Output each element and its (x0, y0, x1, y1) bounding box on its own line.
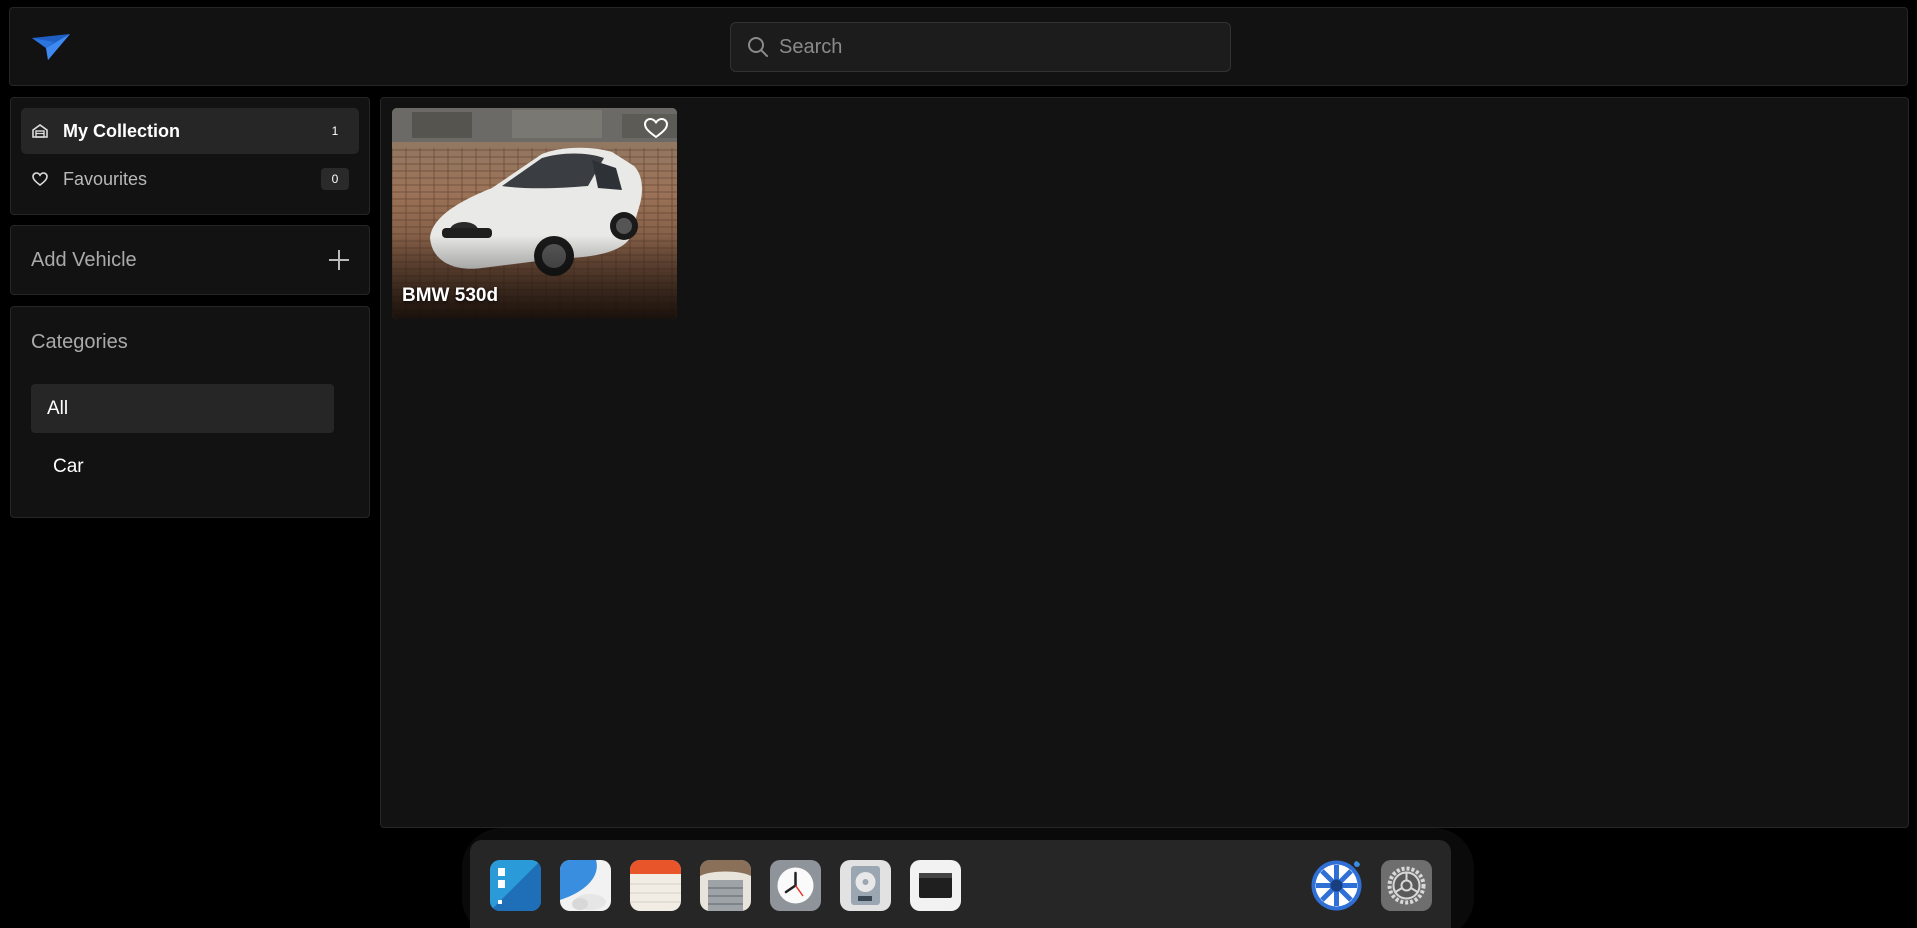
categories-panel: Categories All Car (10, 306, 370, 518)
category-all[interactable]: All (31, 384, 334, 433)
top-bar (9, 7, 1908, 86)
garage-app-icon[interactable] (700, 860, 751, 911)
settings-app-icon[interactable] (1381, 860, 1432, 911)
weather-app-icon[interactable] (560, 860, 611, 911)
disk-app-icon[interactable] (840, 860, 891, 911)
heart-icon (31, 170, 49, 188)
favourite-heart-icon[interactable] (643, 116, 669, 140)
plus-icon (329, 250, 349, 270)
nav-item-label: Favourites (63, 168, 148, 189)
vehicle-name: BMW 530d (402, 285, 499, 306)
clock-app-icon[interactable] (770, 860, 821, 911)
count-badge: 1 (331, 124, 339, 138)
dashboard-app-icon[interactable] (490, 860, 541, 911)
add-vehicle-label: Add Vehicle (31, 248, 137, 271)
paper-plane-logo-icon[interactable] (32, 32, 72, 64)
search-box[interactable] (730, 22, 1231, 72)
window-app-icon[interactable] (910, 860, 961, 911)
search-input[interactable] (779, 23, 1219, 71)
nav-item-my-collection[interactable]: My Collection 1 (21, 108, 359, 154)
count-badge: 0 (321, 168, 349, 190)
categories-title: Categories (31, 331, 128, 353)
garage-icon (31, 122, 49, 140)
collections-panel: My Collection 1 Favourites 0 (10, 97, 370, 215)
nav-item-label: My Collection (63, 120, 181, 141)
nav-item-favourites[interactable]: Favourites 0 (21, 156, 359, 202)
add-vehicle-button[interactable]: Add Vehicle (10, 225, 370, 295)
notes-app-icon[interactable] (630, 860, 681, 911)
vehicle-card[interactable]: BMW 530d (392, 108, 677, 319)
category-car[interactable]: Car (31, 442, 334, 491)
vehicle-grid: BMW 530d (380, 97, 1909, 828)
wheel-app-icon[interactable] (1311, 860, 1362, 911)
dock (470, 840, 1451, 928)
search-icon (748, 37, 768, 57)
